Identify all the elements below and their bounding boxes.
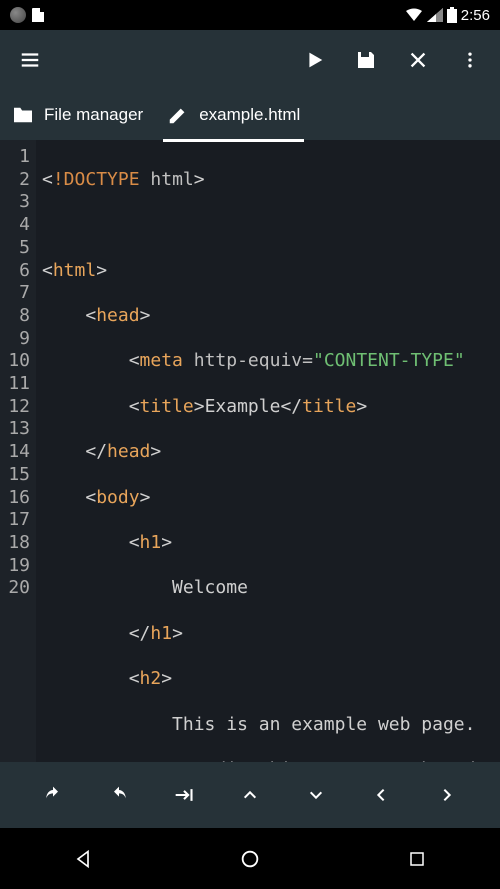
bottom-toolbar	[0, 762, 500, 828]
edit-icon	[167, 104, 189, 126]
close-icon	[407, 49, 429, 71]
system-nav-bar	[0, 828, 500, 889]
tab-icon	[171, 785, 197, 805]
nav-back-icon	[73, 849, 93, 869]
wifi-icon	[405, 8, 423, 22]
app-bar	[0, 30, 500, 90]
code-editor[interactable]: 1234567891011121314151617181920 <!DOCTYP…	[0, 140, 500, 762]
move-right-button[interactable]	[427, 775, 467, 815]
move-left-button[interactable]	[361, 775, 401, 815]
sd-card-icon	[32, 8, 44, 22]
nav-recent-icon	[408, 850, 426, 868]
menu-button[interactable]	[8, 38, 52, 82]
battery-icon	[447, 7, 457, 23]
tab-label: File manager	[44, 105, 143, 125]
move-up-button[interactable]	[230, 775, 270, 815]
nav-home-button[interactable]	[236, 845, 264, 873]
chevron-down-icon	[305, 787, 327, 803]
status-bar: 2:56	[0, 0, 500, 30]
status-orb-icon	[10, 7, 26, 23]
save-button[interactable]	[344, 38, 388, 82]
close-button[interactable]	[396, 38, 440, 82]
signal-icon	[427, 8, 443, 22]
nav-recent-button[interactable]	[403, 845, 431, 873]
line-gutter: 1234567891011121314151617181920	[0, 140, 36, 762]
tab-indent-button[interactable]	[164, 775, 204, 815]
tab-current-file[interactable]: example.html	[163, 94, 304, 136]
move-down-button[interactable]	[296, 775, 336, 815]
chevron-left-icon	[373, 784, 389, 806]
more-vert-icon	[460, 50, 480, 70]
nav-back-button[interactable]	[69, 845, 97, 873]
play-icon	[303, 49, 325, 71]
run-button[interactable]	[292, 38, 336, 82]
code-content[interactable]: <!DOCTYPE html> <html> <head> <meta http…	[36, 140, 500, 762]
nav-home-icon	[239, 848, 261, 870]
tab-file-manager[interactable]: File manager	[8, 95, 147, 135]
tab-label: example.html	[199, 105, 300, 125]
undo-button[interactable]	[33, 775, 73, 815]
redo-button[interactable]	[99, 775, 139, 815]
redo-icon	[106, 785, 132, 805]
tab-bar: File manager example.html	[0, 90, 500, 140]
save-icon	[354, 48, 378, 72]
overflow-menu-button[interactable]	[448, 38, 492, 82]
folder-icon	[12, 106, 34, 124]
status-time: 2:56	[461, 7, 490, 24]
chevron-right-icon	[439, 784, 455, 806]
hamburger-icon	[19, 49, 41, 71]
undo-icon	[40, 785, 66, 805]
chevron-up-icon	[239, 787, 261, 803]
